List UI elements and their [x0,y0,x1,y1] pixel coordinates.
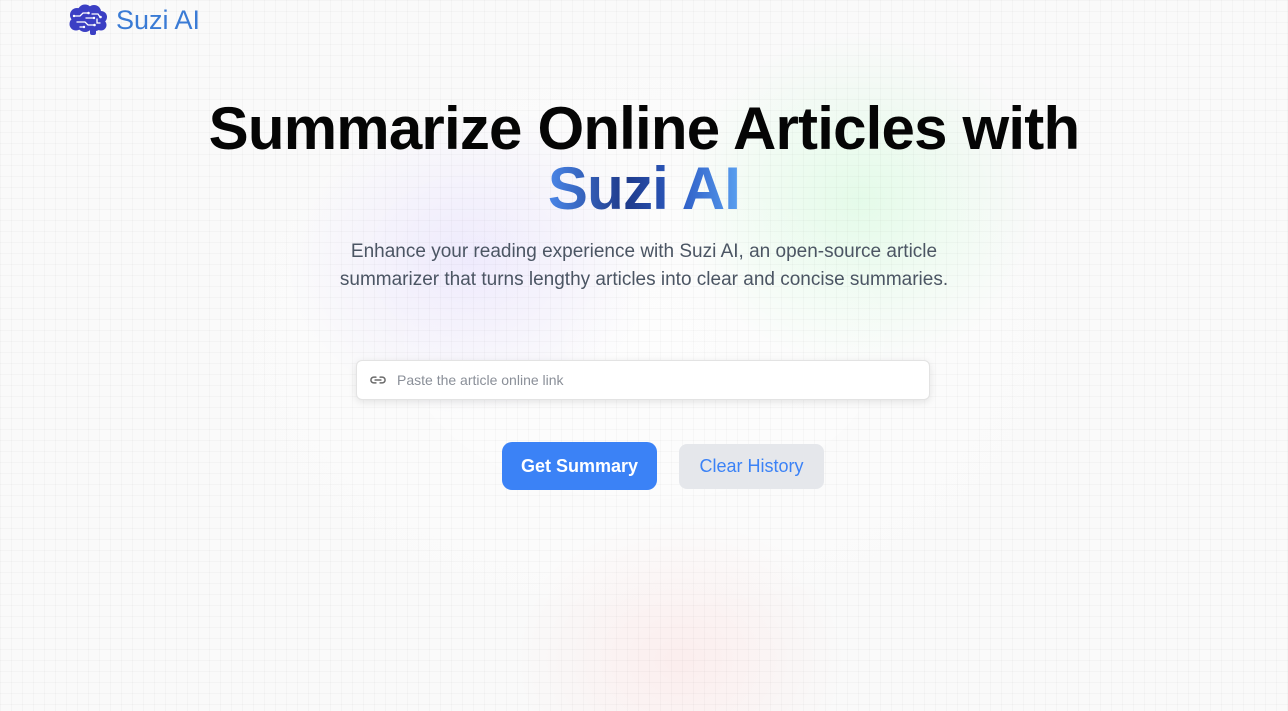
get-summary-button[interactable]: Get Summary [502,442,657,490]
brand-name: Suzi AI [116,5,201,35]
link-icon [370,376,386,384]
brand-logo-link[interactable]: Suzi AI [68,4,200,36]
article-url-input[interactable] [397,365,929,395]
navbar: Suzi AI [68,4,200,36]
clear-history-button[interactable]: Clear History [679,444,824,489]
brain-icon [69,4,107,35]
hero-section: Summarize Online Articles with Suzi AI E… [0,98,1288,294]
hero-headline: Summarize Online Articles with [208,95,1080,162]
hero-description: Enhance your reading experience with Suz… [339,241,949,290]
article-url-form [356,360,930,400]
hero-headline-accent: Suzi AI [547,155,741,222]
